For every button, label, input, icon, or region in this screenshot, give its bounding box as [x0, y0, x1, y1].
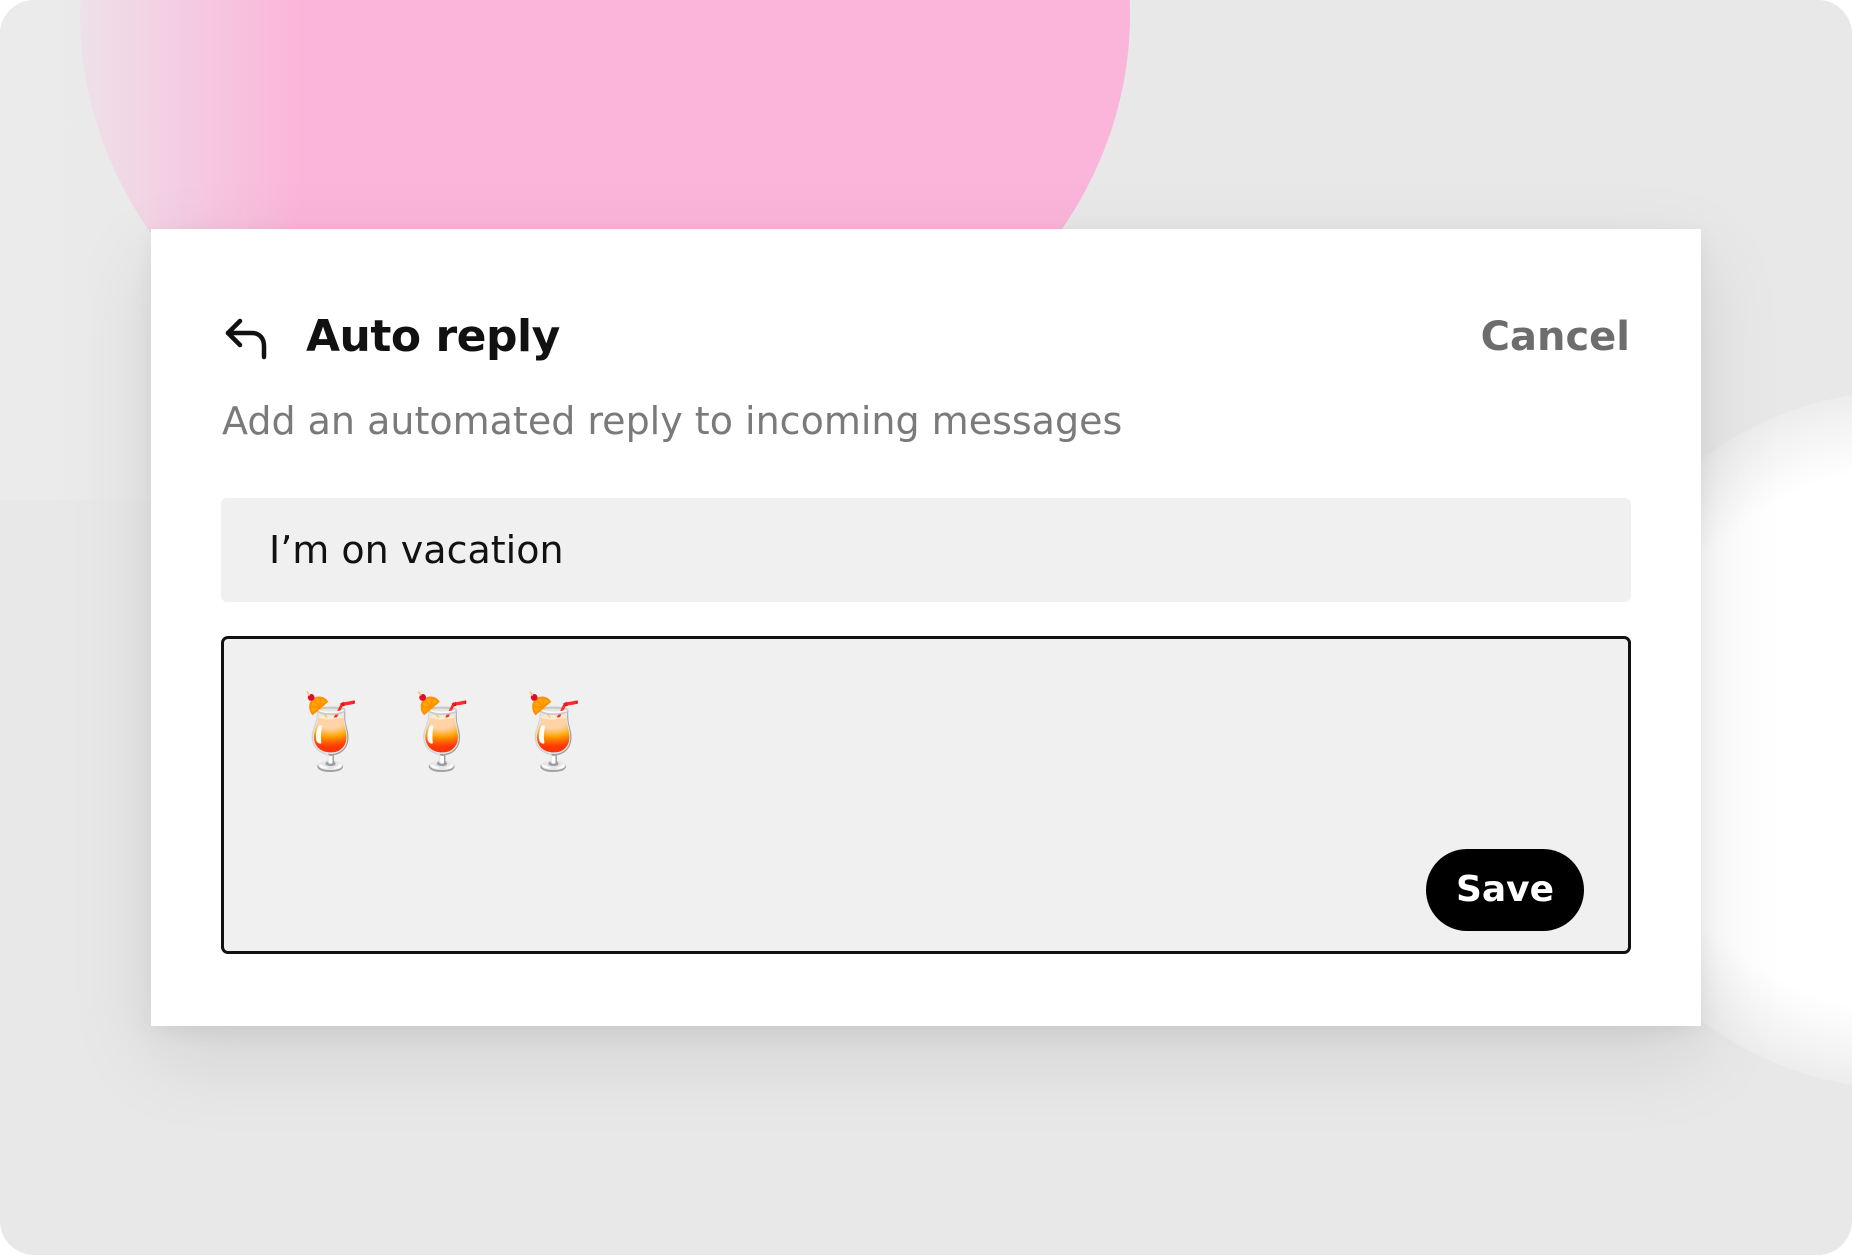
- cancel-button[interactable]: Cancel: [1481, 307, 1630, 367]
- auto-reply-dialog: Auto reply Cancel Add an automated reply…: [151, 229, 1701, 1026]
- reply-arrow-icon[interactable]: [222, 313, 272, 363]
- background: Auto reply Cancel Add an automated reply…: [0, 0, 1852, 1255]
- dialog-header: Auto reply Cancel: [222, 307, 1630, 367]
- message-textarea[interactable]: 🍹🍹🍹 Save: [221, 636, 1631, 954]
- message-content: 🍹🍹🍹: [286, 690, 621, 774]
- save-button[interactable]: Save: [1426, 849, 1584, 931]
- dialog-title: Auto reply: [306, 311, 560, 362]
- dialog-description: Add an automated reply to incoming messa…: [222, 399, 1123, 443]
- subject-input[interactable]: I’m on vacation: [221, 498, 1631, 602]
